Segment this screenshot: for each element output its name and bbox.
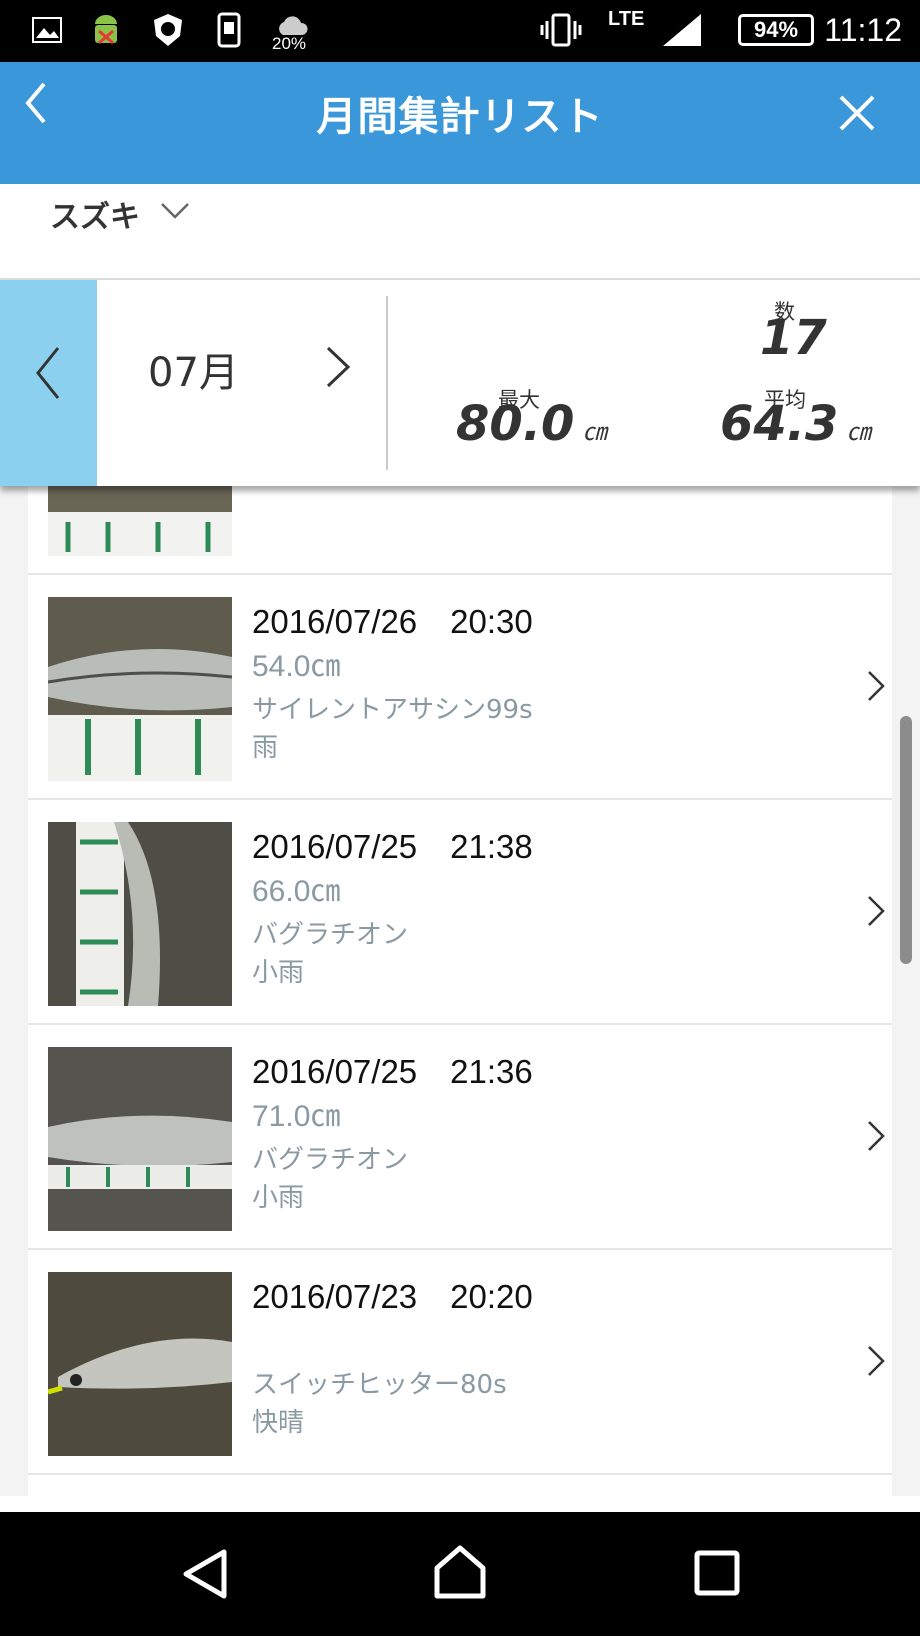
navigation-bar (0, 1512, 920, 1636)
divider (386, 296, 388, 470)
monthly-summary: 07月 数 17 最大 80.0 ㎝ 平均 64.3 ㎝ (0, 280, 920, 486)
recents-nav-button[interactable] (694, 1550, 740, 1600)
catch-weather: 雨 (252, 733, 279, 763)
catch-date: 2016/07/25 21:36 (252, 1053, 533, 1090)
max-unit: ㎝ (582, 418, 607, 446)
signal-icon (660, 10, 704, 50)
catch-date: 2016/07/23 20:20 (252, 1278, 533, 1315)
clock: 11:12 (824, 12, 902, 48)
chevron-left-icon (36, 347, 60, 399)
max-stat: 80.0 ㎝ (456, 396, 606, 452)
chevron-right-icon (866, 1119, 886, 1157)
max-value: 80.0 (456, 396, 575, 452)
next-month-button[interactable] (322, 342, 352, 396)
chevron-down-icon (160, 200, 190, 224)
close-icon (839, 95, 875, 131)
chevron-right-icon (866, 1344, 886, 1382)
sim-icon (214, 10, 244, 50)
catch-photo (48, 822, 232, 1006)
list-item[interactable]: 2016/07/25 21:38 66.0㎝ バグラチオン 小雨 (28, 800, 892, 1025)
android-debug-icon (86, 10, 126, 50)
catch-size: 66.0㎝ (252, 875, 341, 908)
catch-photo (48, 1272, 232, 1456)
list-item-partial[interactable] (28, 486, 892, 575)
avg-stat: 64.3 ㎝ (720, 396, 870, 452)
species-label: スズキ (50, 200, 140, 235)
catch-weather: 快晴 (252, 1408, 305, 1438)
list-item[interactable]: 2016/07/26 20:30 54.0㎝ サイレントアサシン99s 雨 (28, 575, 892, 800)
avg-unit: ㎝ (846, 418, 871, 446)
square-recents-icon (694, 1550, 740, 1596)
catch-lure: スイッチヒッター80s (252, 1370, 507, 1400)
catch-size: 54.0㎝ (252, 650, 341, 683)
count-value: 17 (760, 310, 827, 366)
gallery-icon (30, 10, 64, 50)
prev-month-button[interactable] (0, 280, 97, 486)
security-icon (148, 10, 188, 50)
battery-indicator: 94% (738, 14, 814, 46)
list-bottom-edge (0, 1496, 920, 1512)
avg-value: 64.3 (720, 396, 839, 452)
catch-date: 2016/07/25 21:38 (252, 828, 533, 865)
vibrate-icon (538, 10, 584, 50)
chevron-right-icon (326, 346, 351, 388)
page-title: 月間集計リスト (316, 94, 604, 140)
catch-lure: バグラチオン (252, 920, 409, 950)
catch-size: 71.0㎝ (252, 1100, 341, 1133)
close-button[interactable] (834, 90, 880, 136)
month-label: 07月 (148, 350, 239, 396)
catch-lure: バグラチオン (252, 1145, 409, 1175)
catch-photo (48, 597, 232, 781)
app-bar: 月間集計リスト (0, 62, 920, 184)
catch-photo (48, 1047, 232, 1231)
chevron-right-icon (866, 669, 886, 707)
triangle-back-icon (183, 1549, 227, 1599)
catch-date: 2016/07/26 20:30 (252, 603, 533, 640)
list-item-partial[interactable] (28, 1475, 892, 1496)
catch-weather: 小雨 (252, 958, 305, 988)
status-bar: 20% LTE 94% 11:12 (0, 0, 920, 62)
weather-percent: 20% (272, 34, 307, 53)
catch-photo (48, 486, 232, 556)
list-item[interactable]: 2016/07/25 21:36 71.0㎝ バグラチオン 小雨 (28, 1025, 892, 1250)
catch-list[interactable]: 2016/07/26 20:30 54.0㎝ サイレントアサシン99s 雨 20… (28, 486, 892, 1496)
network-type: LTE (608, 8, 645, 30)
back-nav-button[interactable] (180, 1548, 228, 1604)
home-nav-button[interactable] (432, 1544, 488, 1604)
catch-weather: 小雨 (252, 1183, 305, 1213)
chevron-right-icon (866, 894, 886, 932)
catch-lure: サイレントアサシン99s (252, 695, 533, 725)
species-selector[interactable]: スズキ (0, 184, 920, 280)
home-icon (434, 1545, 486, 1599)
list-item[interactable]: 2016/07/23 20:20 スイッチヒッター80s 快晴 (28, 1250, 892, 1475)
list-scrollbar[interactable] (900, 716, 912, 964)
